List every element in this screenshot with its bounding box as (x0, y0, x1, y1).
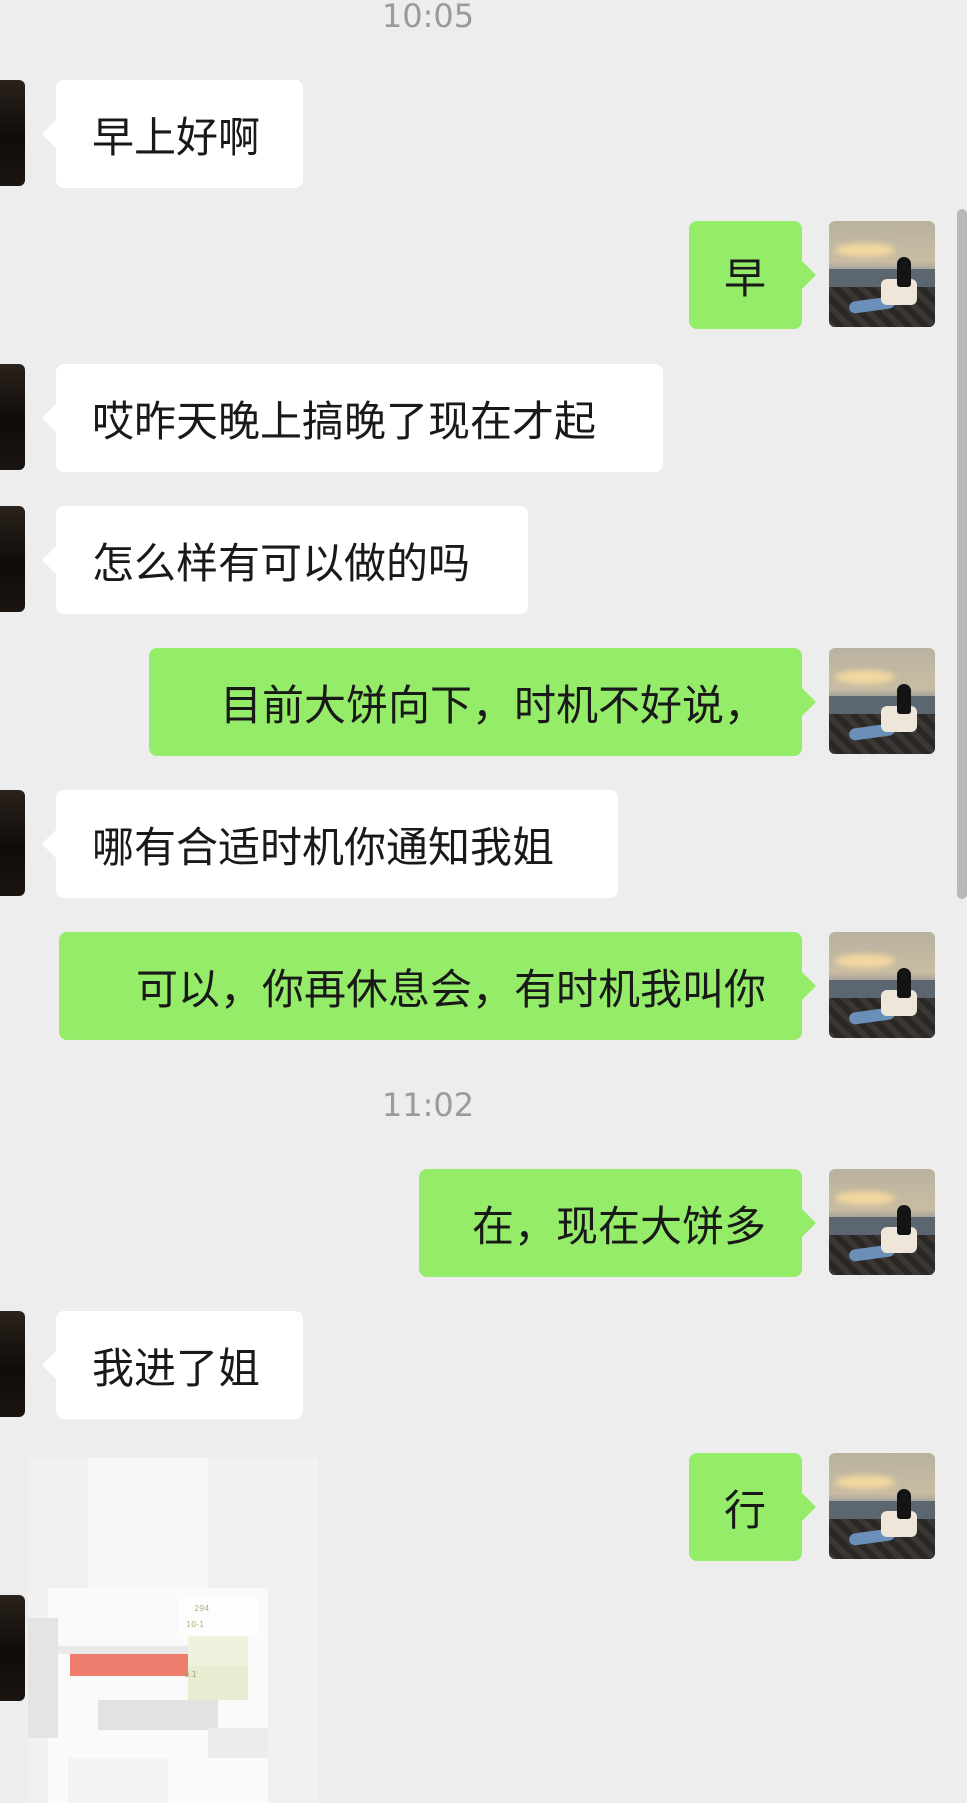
image-fragment-text: 294 (194, 1604, 210, 1613)
received-message-bubble[interactable]: 早上好啊 (42, 80, 303, 188)
scrollbar[interactable] (957, 209, 967, 899)
timestamp: 10:05 (381, 0, 475, 35)
user-avatar[interactable] (829, 648, 935, 754)
image-fragment-text: 10-1 (186, 1620, 205, 1629)
timestamp: 11:02 (381, 1086, 475, 1124)
image-message-pixelated[interactable]: 294 10-1 0.1 (28, 1458, 318, 1803)
message-text: 哎昨天晚上搞晚了现在才起 (92, 396, 597, 446)
sent-message-bubble[interactable]: 可以，你再休息会，有时机我叫你 (59, 932, 816, 1040)
message-text: 哪有合适时机你通知我姐 (92, 822, 555, 872)
chat-conversation: 10:05 早上好啊 早 哎昨天晚上搞晚了现在才起 怎么样有可以做的吗 目前大饼… (0, 0, 967, 1803)
user-avatar[interactable] (829, 932, 935, 1038)
contact-avatar[interactable] (0, 506, 25, 612)
received-message-bubble[interactable]: 哪有合适时机你通知我姐 (42, 790, 618, 898)
message-text: 早 (723, 253, 766, 303)
contact-avatar[interactable] (0, 364, 25, 470)
received-message-bubble[interactable]: 我进了姐 (42, 1311, 303, 1419)
received-message-bubble[interactable]: 怎么样有可以做的吗 (42, 506, 528, 614)
image-fragment-text: 0.1 (184, 1670, 197, 1679)
message-text: 我进了姐 (92, 1343, 261, 1393)
red-bar (70, 1654, 198, 1676)
message-text: 在，现在大饼多 (471, 1201, 766, 1251)
user-avatar[interactable] (829, 1453, 935, 1559)
message-text: 怎么样有可以做的吗 (92, 538, 471, 588)
message-text: 早上好啊 (92, 112, 261, 162)
contact-avatar[interactable] (0, 80, 25, 186)
message-text: 可以，你再休息会，有时机我叫你 (135, 964, 766, 1014)
message-text: 行 (723, 1485, 766, 1535)
sent-message-bubble[interactable]: 早 (689, 221, 816, 329)
sent-message-bubble[interactable]: 在，现在大饼多 (419, 1169, 816, 1277)
user-avatar[interactable] (829, 221, 935, 327)
user-avatar[interactable] (829, 1169, 935, 1275)
contact-avatar[interactable] (0, 790, 25, 896)
sent-message-bubble[interactable]: 目前大饼向下，时机不好说， (149, 648, 816, 756)
sent-message-bubble[interactable]: 行 (689, 1453, 816, 1561)
received-message-bubble[interactable]: 哎昨天晚上搞晚了现在才起 (42, 364, 663, 472)
contact-avatar[interactable] (0, 1311, 25, 1417)
contact-avatar[interactable] (0, 1595, 25, 1701)
message-text: 目前大饼向下，时机不好说， (219, 680, 766, 730)
